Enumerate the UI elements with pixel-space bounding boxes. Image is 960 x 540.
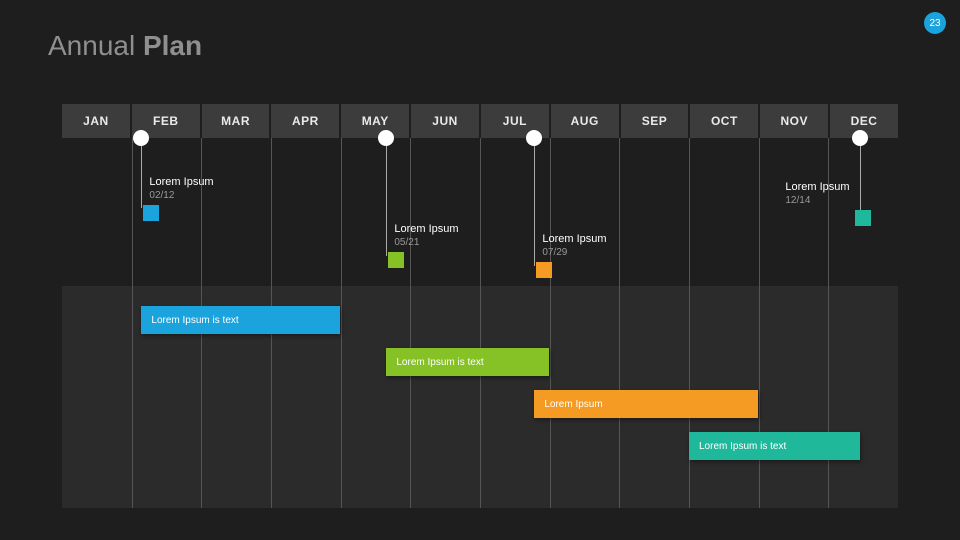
month-may: MAY xyxy=(341,104,409,138)
event-label: Lorem Ipsum12/14 xyxy=(785,180,849,207)
gantt-bar: Lorem Ipsum is text xyxy=(141,306,340,334)
month-apr: APR xyxy=(271,104,339,138)
month-mar: MAR xyxy=(202,104,270,138)
event-stem xyxy=(141,138,142,208)
month-aug: AUG xyxy=(551,104,619,138)
page-number-badge: 23 xyxy=(924,12,946,34)
month-oct: OCT xyxy=(690,104,758,138)
page-title: Annual Plan xyxy=(48,30,202,62)
event-label-text: Lorem Ipsum xyxy=(542,233,606,245)
gridline xyxy=(480,138,481,508)
event-label: Lorem Ipsum05/21 xyxy=(394,222,458,249)
gantt-bar: Lorem Ipsum is text xyxy=(386,348,549,376)
event-chip xyxy=(536,262,552,278)
event-date: 02/12 xyxy=(149,189,213,202)
event-date: 12/14 xyxy=(785,194,849,207)
gantt-bar: Lorem Ipsum is text xyxy=(689,432,860,460)
event-chip xyxy=(143,205,159,221)
gridline xyxy=(341,138,342,508)
gridline xyxy=(619,138,620,508)
event-stem xyxy=(860,138,861,213)
event-stem xyxy=(386,138,387,256)
month-header-row: JANFEBMARAPRMAYJUNJULAUGSEPOCTNOVDEC xyxy=(62,104,898,138)
event-chip xyxy=(855,210,871,226)
month-nov: NOV xyxy=(760,104,828,138)
event-date: 07/29 xyxy=(542,246,606,259)
title-light: Annual xyxy=(48,30,135,61)
event-label-text: Lorem Ipsum xyxy=(785,181,849,193)
event-label: Lorem Ipsum07/29 xyxy=(542,232,606,259)
event-label-text: Lorem Ipsum xyxy=(149,176,213,188)
event-label-text: Lorem Ipsum xyxy=(394,223,458,235)
gantt-bar: Lorem Ipsum xyxy=(534,390,758,418)
event-date: 05/21 xyxy=(394,236,458,249)
event-stem xyxy=(534,138,535,266)
gridline xyxy=(410,138,411,508)
month-jun: JUN xyxy=(411,104,479,138)
event-chip xyxy=(388,252,404,268)
title-bold: Plan xyxy=(143,30,202,61)
month-jan: JAN xyxy=(62,104,130,138)
gridline xyxy=(132,138,133,508)
gridline xyxy=(550,138,551,508)
event-label: Lorem Ipsum02/12 xyxy=(149,175,213,202)
month-sep: SEP xyxy=(621,104,689,138)
